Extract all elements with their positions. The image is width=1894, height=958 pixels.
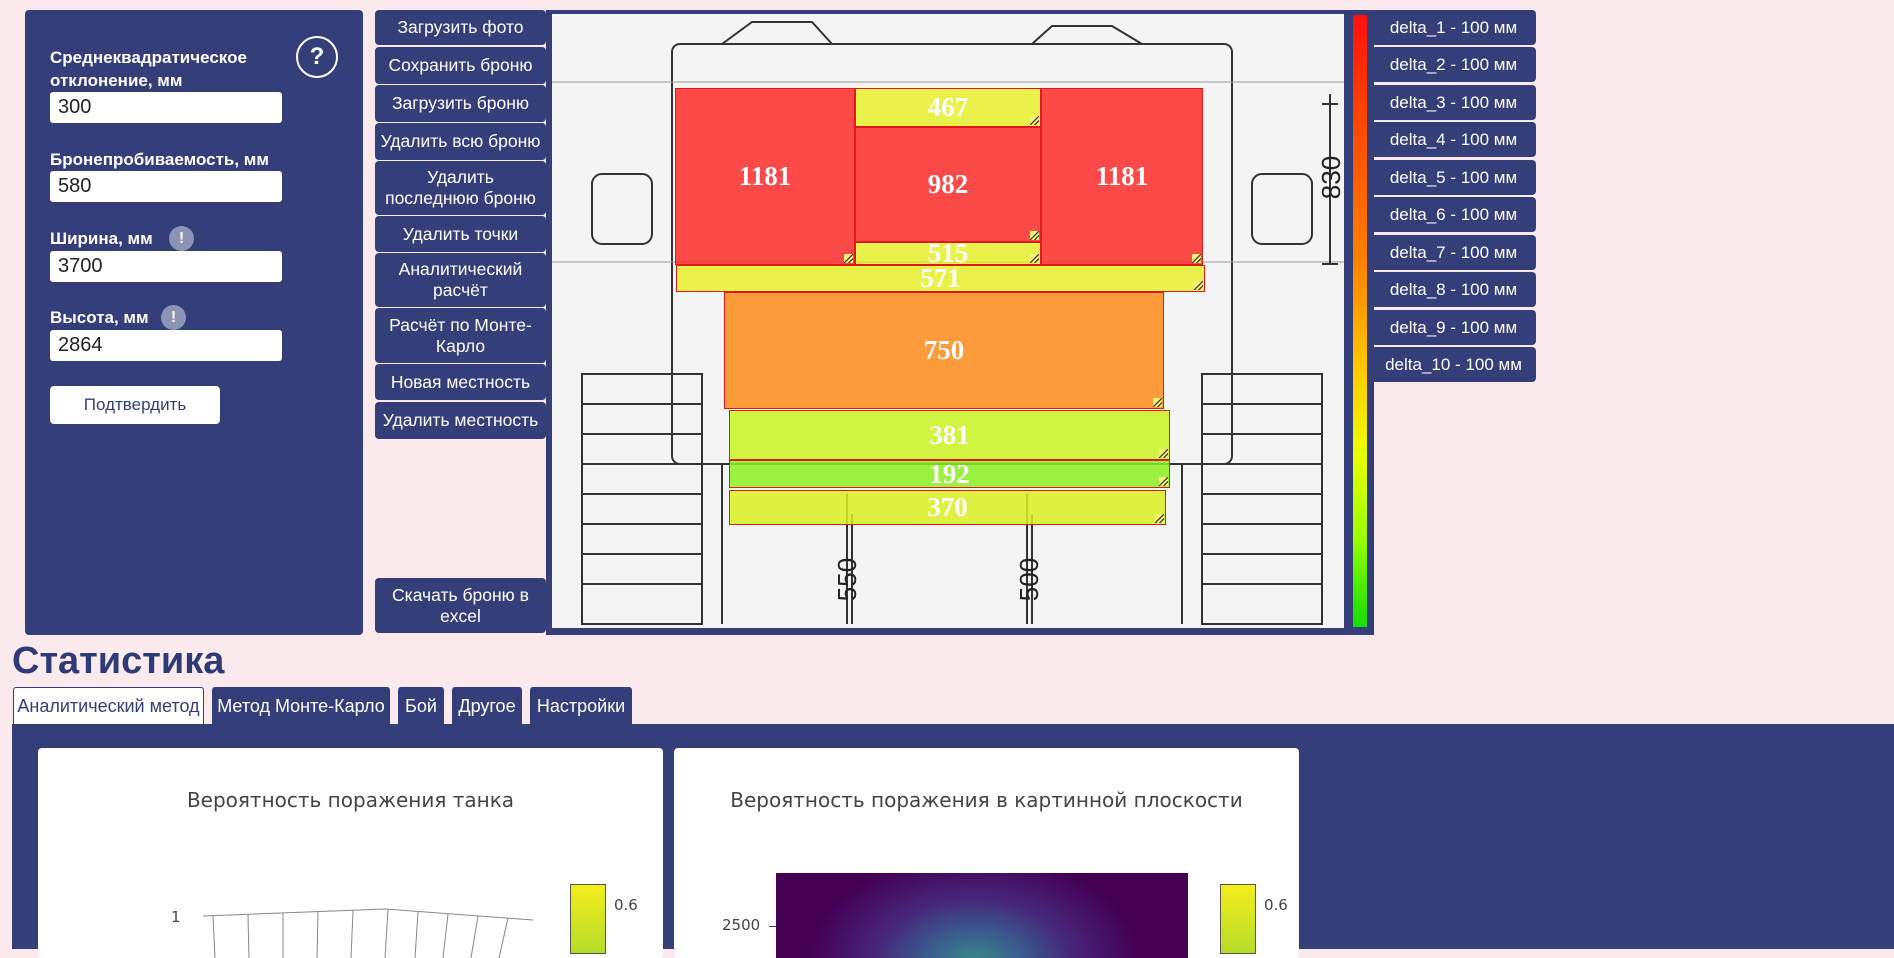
armor-value: 982	[927, 169, 969, 199]
help-icon[interactable]: ?	[296, 36, 338, 78]
armor-plate[interactable]: 750	[724, 292, 1164, 409]
resize-handle-icon[interactable]	[1194, 281, 1203, 290]
tab-monte-carlo[interactable]: Метод Монте-Карло	[212, 687, 390, 725]
surface-plot	[203, 908, 534, 958]
delta-item[interactable]: delta_9 - 100 мм	[1371, 310, 1536, 345]
dimension-550: 550	[832, 557, 863, 602]
delta-item[interactable]: delta_7 - 100 мм	[1371, 235, 1536, 270]
armor-value: 1181	[1095, 161, 1149, 191]
armor-value: 381	[929, 419, 970, 450]
width-label: Ширина, мм	[50, 229, 153, 248]
chart-card-plane-probability: Вероятность поражения в картинной плоско…	[674, 748, 1299, 958]
chart-title: Вероятность поражения танка	[186, 788, 515, 812]
tab-other[interactable]: Другое	[452, 687, 522, 725]
resize-handle-icon[interactable]	[1030, 231, 1039, 240]
delta-item[interactable]: delta_10 - 100 мм	[1371, 347, 1536, 382]
armor-value: 571	[920, 263, 961, 293]
colorbar-max-label: 0.6	[1264, 896, 1288, 914]
armor-plate[interactable]: 571	[676, 263, 1205, 293]
deviation-input[interactable]	[50, 92, 282, 123]
armor-plate[interactable]: 381	[729, 410, 1170, 460]
delete-terrain-button[interactable]: Удалить местность	[375, 402, 546, 439]
colorbar-max-label: 0.6	[614, 896, 638, 914]
resize-handle-icon[interactable]	[1159, 477, 1168, 486]
parameters-panel: Среднеквадратическое отклонение, мм ? Бр…	[25, 10, 363, 635]
armor-value: 370	[927, 492, 968, 522]
dimension-500: 500	[1014, 557, 1045, 602]
deviation-label: Среднеквадратическое отклонение, мм	[50, 48, 247, 90]
delta-item[interactable]: delta_3 - 100 мм	[1371, 85, 1536, 120]
y-tick-label: 2500	[722, 916, 761, 934]
chart-title: Вероятность поражения в картинной плоско…	[730, 788, 1243, 812]
statistics-title: Статистика	[12, 640, 225, 682]
armor-plate[interactable]: 982	[855, 127, 1041, 242]
delete-last-armor-button[interactable]: Удалить последнюю броню	[375, 161, 546, 215]
statistics-panel: Вероятность поражения танка 1 0.6 Вероят…	[12, 724, 1894, 958]
armor-value: 750	[923, 335, 965, 365]
colorbar	[570, 884, 606, 954]
resize-handle-icon[interactable]	[1159, 449, 1168, 458]
height-input[interactable]	[50, 330, 282, 361]
armor-value: 192	[929, 458, 970, 489]
analytic-calc-button[interactable]: Аналитический расчёт	[375, 253, 546, 307]
resize-handle-icon[interactable]	[844, 254, 853, 263]
armor-color-scale	[1353, 15, 1367, 627]
resize-handle-icon[interactable]	[1155, 514, 1164, 523]
armor-value: 467	[927, 92, 969, 122]
confirm-button[interactable]: Подтвердить	[50, 386, 220, 424]
download-excel-button[interactable]: Скачать броню в excel	[375, 578, 546, 633]
height-label: Высота, мм	[50, 308, 149, 327]
tab-battle[interactable]: Бой	[398, 687, 444, 725]
chart-card-tank-probability: Вероятность поражения танка 1 0.6	[38, 748, 663, 958]
tab-analytic[interactable]: Аналитический метод	[13, 687, 204, 725]
armor-plate[interactable]: 192	[729, 458, 1170, 489]
resize-handle-icon[interactable]	[1192, 254, 1201, 263]
delete-points-button[interactable]: Удалить точки	[375, 216, 546, 252]
delta-item[interactable]: delta_6 - 100 мм	[1371, 197, 1536, 232]
delta-item[interactable]: delta_8 - 100 мм	[1371, 272, 1536, 307]
upload-photo-button[interactable]: Загрузить фото	[375, 10, 546, 45]
load-armor-button[interactable]: Загрузить броню	[375, 85, 546, 122]
armor-plate[interactable]: 515	[855, 238, 1041, 268]
delete-all-armor-button[interactable]: Удалить всю броню	[375, 123, 546, 160]
penetration-input[interactable]	[50, 171, 282, 202]
save-armor-button[interactable]: Сохранить броню	[375, 47, 546, 84]
armor-plate[interactable]: 1181	[675, 88, 855, 265]
heatmap	[776, 873, 1188, 958]
delta-item[interactable]: delta_2 - 100 мм	[1371, 47, 1536, 82]
armor-plate[interactable]: 1181	[1041, 88, 1203, 265]
armor-plate[interactable]: 467	[855, 88, 1041, 127]
resize-handle-icon[interactable]	[1153, 398, 1162, 407]
armor-value: 1181	[738, 161, 792, 191]
delta-item[interactable]: delta_4 - 100 мм	[1371, 122, 1536, 157]
resize-handle-icon[interactable]	[1030, 116, 1039, 125]
delta-item[interactable]: delta_1 - 100 мм	[1371, 10, 1536, 45]
delta-item[interactable]: delta_5 - 100 мм	[1371, 160, 1536, 195]
new-terrain-button[interactable]: Новая местность	[375, 364, 546, 400]
tab-settings[interactable]: Настройки	[530, 687, 632, 725]
width-input[interactable]	[50, 251, 282, 282]
armor-plate[interactable]: 370	[729, 490, 1166, 525]
height-info-icon[interactable]: !	[161, 305, 186, 330]
dimension-830: 830	[1316, 155, 1347, 200]
width-info-icon[interactable]: !	[169, 226, 194, 251]
colorbar	[1220, 884, 1256, 954]
y-tick-mark	[769, 926, 776, 927]
resize-handle-icon[interactable]	[1030, 254, 1039, 263]
penetration-label: Бронепробиваемость, мм	[50, 150, 269, 169]
monte-carlo-calc-button[interactable]: Расчёт по Монте-Карло	[375, 308, 546, 363]
y-tick-label: 1	[171, 908, 181, 926]
